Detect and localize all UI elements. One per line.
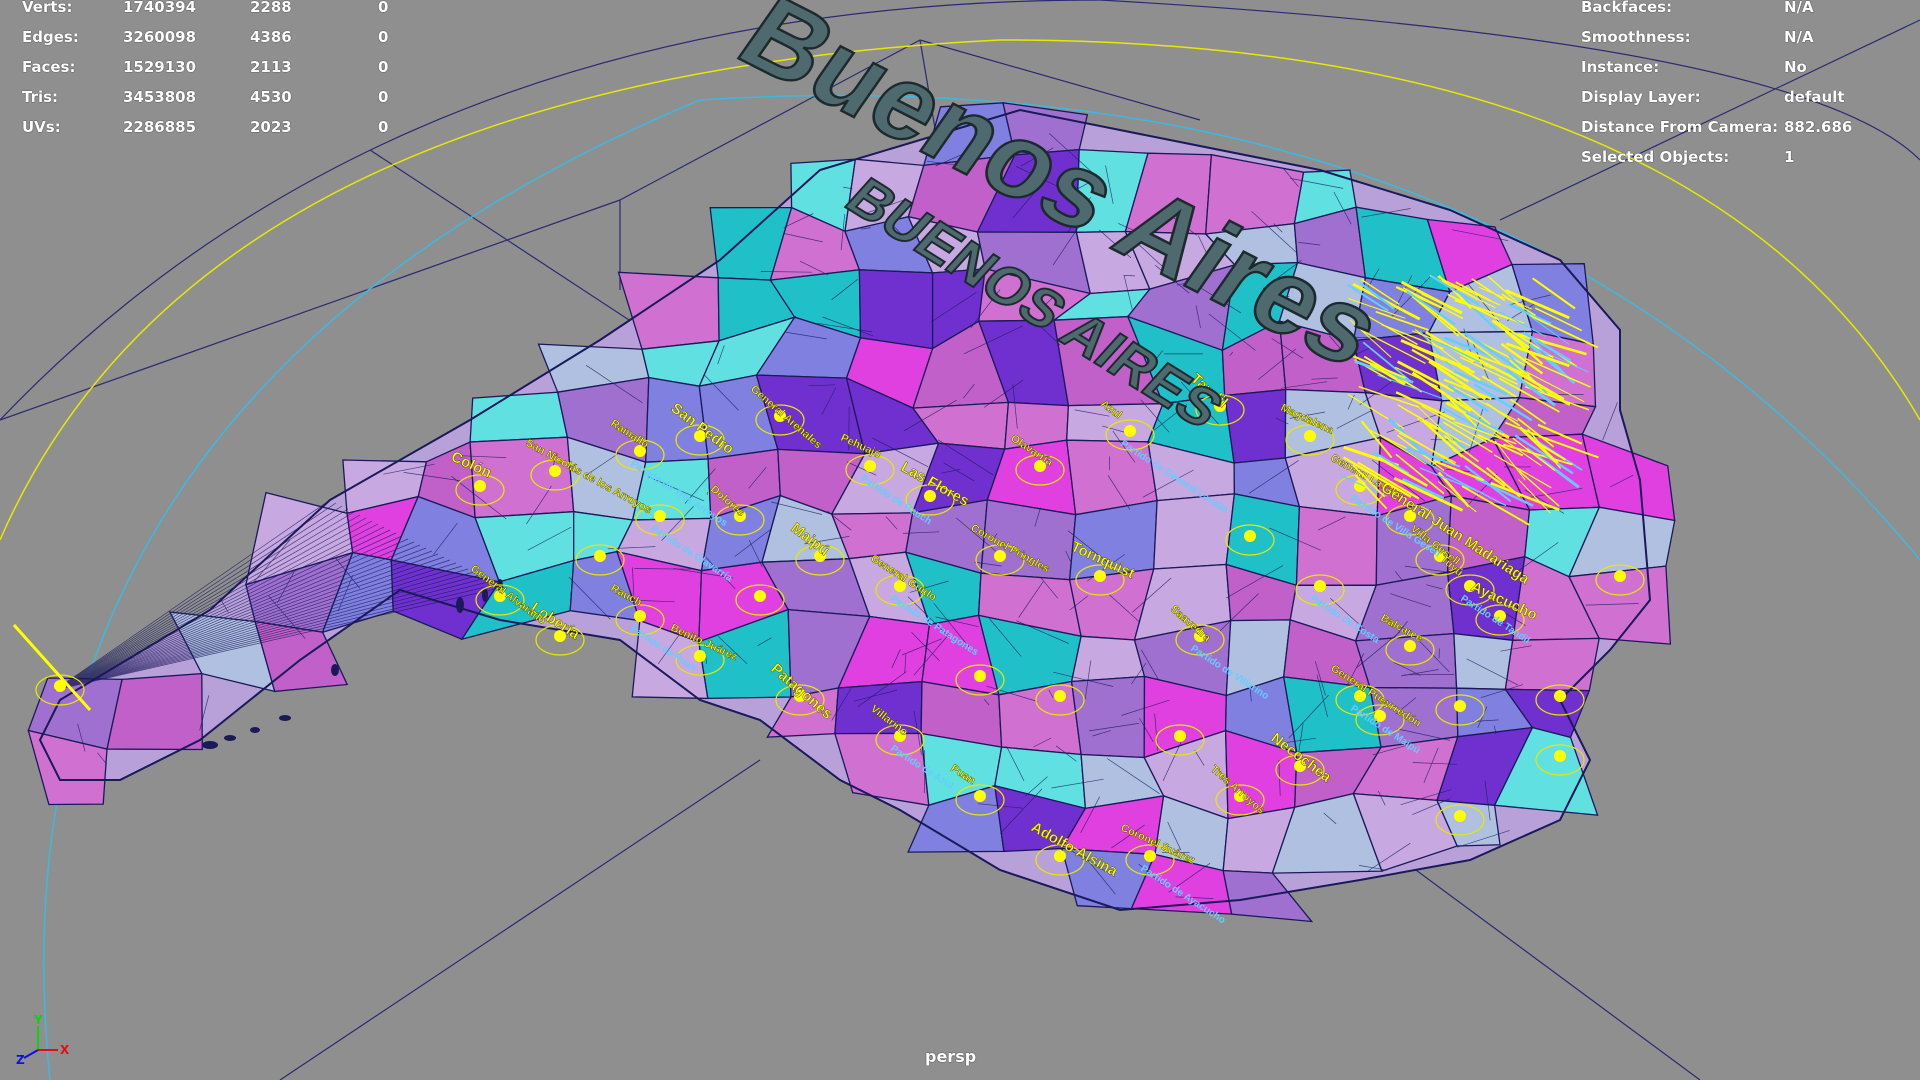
- hud-value: 1: [1784, 148, 1795, 166]
- locator-pin-icon: [1054, 690, 1066, 702]
- view-axis-gizmo-icon: Y X Z: [16, 1013, 70, 1067]
- locator-pin-icon: [1094, 570, 1106, 582]
- hud-value: default: [1784, 88, 1845, 106]
- locator-pin-icon: [1244, 530, 1256, 542]
- locator-pin-icon: [974, 790, 986, 802]
- object-details-hud: Backfaces: N/A Smoothness: N/A Instance:…: [1581, 0, 1911, 172]
- camera-name-label: persp: [925, 1047, 977, 1066]
- hud-total: 3260098: [123, 28, 197, 46]
- partido-region[interactable]: [469, 391, 569, 443]
- locator-pin-icon: [634, 610, 646, 622]
- hud-label: Smoothness:: [1581, 28, 1691, 46]
- hud-label: Display Layer:: [1581, 88, 1701, 106]
- hud-label: Backfaces:: [1581, 0, 1673, 16]
- hud-label: Tris:: [22, 88, 59, 106]
- partido-region[interactable]: [1453, 632, 1514, 690]
- partido-region[interactable]: [106, 672, 203, 751]
- partido-region[interactable]: [1070, 675, 1146, 759]
- partido-region[interactable]: [1504, 637, 1600, 692]
- hud-selected: 4386: [250, 28, 292, 46]
- hud-total: 2286885: [123, 118, 197, 136]
- locator-pin-icon: [694, 650, 706, 662]
- hud-row-tris: Tris: 3453808 4530 0: [22, 82, 442, 112]
- locator-pin-icon: [1144, 850, 1156, 862]
- hud-value: N/A: [1784, 0, 1814, 16]
- hud-extra: 0: [378, 28, 389, 46]
- locator-pin-icon: [594, 550, 606, 562]
- hud-row-distance: Distance From Camera: 882.686: [1581, 112, 1911, 142]
- hud-row-faces: Faces: 1529130 2113 0: [22, 52, 442, 82]
- locator-pin-icon: [1174, 730, 1186, 742]
- poly-count-hud: Verts: 1740394 2288 0 Edges: 3260098 438…: [22, 0, 442, 142]
- axis-x-label: X: [60, 1043, 70, 1057]
- hud-extra: 0: [378, 58, 389, 76]
- hud-selected: 2113: [250, 58, 292, 76]
- axis-y-label: Y: [33, 1013, 43, 1027]
- partido-region[interactable]: [1070, 635, 1146, 683]
- hud-label: Distance From Camera:: [1581, 118, 1779, 136]
- hud-row-uvs: UVs: 2286885 2023 0: [22, 112, 442, 142]
- hud-label: Selected Objects:: [1581, 148, 1730, 166]
- locator-pin-icon: [1314, 580, 1326, 592]
- locator-pin-icon: [474, 480, 486, 492]
- hud-total: 1529130: [123, 58, 197, 76]
- locator-pin-icon: [974, 670, 986, 682]
- hud-selected: 2023: [250, 118, 292, 136]
- axis-z-label: Z: [16, 1053, 25, 1067]
- hud-row-display-layer: Display Layer: default: [1581, 82, 1911, 112]
- hud-extra: 0: [378, 88, 389, 106]
- hud-label: Faces:: [22, 58, 76, 76]
- locator-pin-icon: [754, 590, 766, 602]
- maya-perspective-viewport[interactable]: Partido de Tres Arroyos Partido de Rauch P…: [0, 0, 1920, 1080]
- hud-value: 882.686: [1784, 118, 1853, 136]
- locator-pin-icon: [1554, 750, 1566, 762]
- hud-row-verts: Verts: 1740394 2288 0: [22, 0, 442, 22]
- locator-pin-icon: [1454, 810, 1466, 822]
- hud-extra: 0: [378, 118, 389, 136]
- hud-value: N/A: [1784, 28, 1814, 46]
- hud-row-backfaces: Backfaces: N/A: [1581, 0, 1911, 22]
- hud-label: Verts:: [22, 0, 73, 16]
- locator-pin-icon: [1454, 700, 1466, 712]
- hud-value: No: [1784, 58, 1807, 76]
- hud-total: 3453808: [123, 88, 197, 106]
- hud-extra: 0: [378, 0, 389, 16]
- hud-row-instance: Instance: No: [1581, 52, 1911, 82]
- locator-pin-icon: [864, 460, 876, 472]
- hud-label: Edges:: [22, 28, 79, 46]
- partido-region[interactable]: [1295, 505, 1378, 586]
- hud-label: Instance:: [1581, 58, 1660, 76]
- locator-pin-icon: [654, 510, 666, 522]
- locator-pin-icon: [1554, 690, 1566, 702]
- locator-pin-icon: [1614, 570, 1626, 582]
- hud-row-edges: Edges: 3260098 4386 0: [22, 22, 442, 52]
- hud-row-smoothness: Smoothness: N/A: [1581, 22, 1911, 52]
- hud-selected: 2288: [250, 0, 292, 16]
- hud-row-selected-objects: Selected Objects: 1: [1581, 142, 1911, 172]
- locator-pin-icon: [1304, 430, 1316, 442]
- hud-selected: 4530: [250, 88, 292, 106]
- locator-pin-icon: [1124, 425, 1136, 437]
- partido-region[interactable]: [1223, 388, 1287, 464]
- partido-region[interactable]: [858, 269, 934, 350]
- hud-total: 1740394: [123, 0, 197, 16]
- hud-label: UVs:: [22, 118, 61, 136]
